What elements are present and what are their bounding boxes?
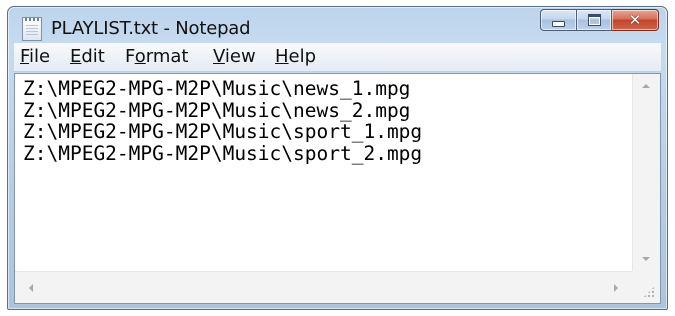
- text-line: Z:\MPEG2-MPG-M2P\Music\news_2.mpg: [23, 98, 411, 122]
- close-icon: ✕: [628, 10, 642, 29]
- caption-buttons: ✕: [540, 9, 659, 32]
- scroll-down-icon[interactable]: [642, 257, 650, 261]
- minimize-button[interactable]: [540, 9, 576, 31]
- window-title: PLAYLIST.txt - Notepad: [51, 18, 251, 39]
- vertical-scrollbar[interactable]: [632, 74, 660, 271]
- menu-view[interactable]: View: [213, 46, 256, 67]
- scroll-right-icon[interactable]: [614, 284, 618, 292]
- size-grip[interactable]: [632, 271, 660, 303]
- maximize-button[interactable]: [576, 9, 612, 31]
- text-line: Z:\MPEG2-MPG-M2P\Music\sport_2.mpg: [23, 141, 423, 165]
- resize-grip-icon: [643, 286, 655, 298]
- menu-help[interactable]: Help: [275, 46, 316, 67]
- menu-bar: File Edit Format View Help: [14, 43, 661, 72]
- editor-pane: Z:\MPEG2-MPG-M2P\Music\news_1.mpg Z:\MPEG…: [14, 73, 661, 304]
- notepad-icon[interactable]: [22, 17, 42, 41]
- menu-file[interactable]: File: [20, 46, 50, 67]
- close-button[interactable]: ✕: [612, 9, 659, 31]
- horizontal-scrollbar[interactable]: [15, 271, 632, 303]
- scroll-left-icon[interactable]: [29, 284, 33, 292]
- text-editor[interactable]: Z:\MPEG2-MPG-M2P\Music\news_1.mpg Z:\MPEG…: [15, 74, 632, 271]
- minimize-icon: [552, 21, 565, 27]
- title-bar[interactable]: PLAYLIST.txt - Notepad ✕: [8, 7, 667, 43]
- menu-format[interactable]: Format: [125, 46, 188, 67]
- menu-edit[interactable]: Edit: [70, 46, 105, 67]
- notepad-window: PLAYLIST.txt - Notepad ✕ File Edit Forma…: [7, 6, 668, 310]
- maximize-icon: [587, 14, 601, 26]
- text-line: Z:\MPEG2-MPG-M2P\Music\sport_1.mpg: [23, 120, 423, 143]
- scroll-up-icon[interactable]: [642, 84, 650, 88]
- text-line: Z:\MPEG2-MPG-M2P\Music\news_1.mpg: [23, 77, 411, 100]
